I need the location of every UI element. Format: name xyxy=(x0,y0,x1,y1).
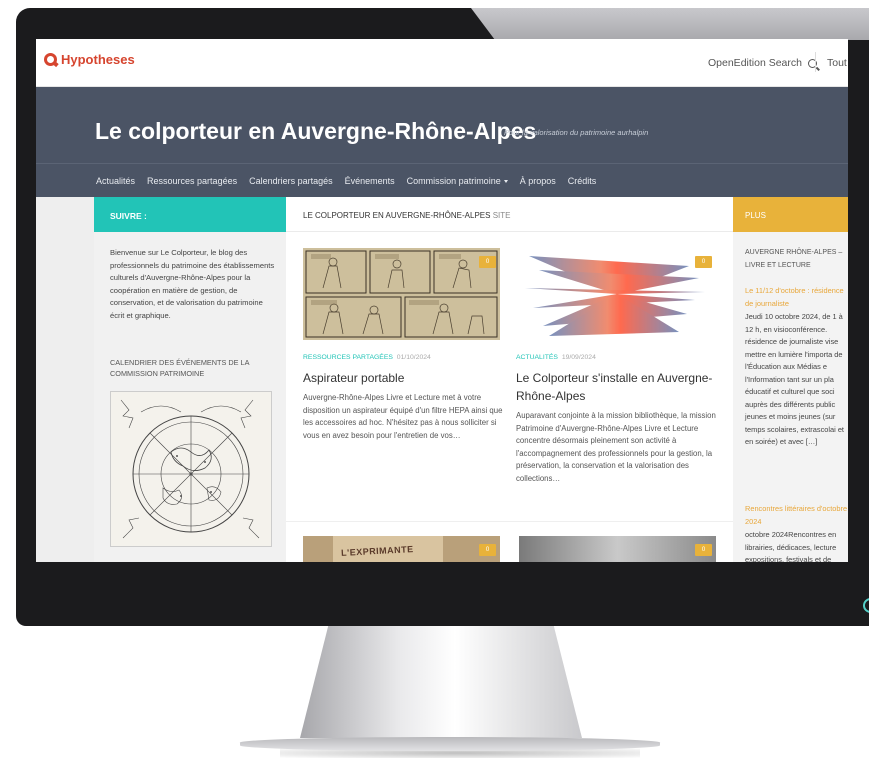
right-article-text: octobre 2024Rencontres en librairies, dé… xyxy=(745,530,837,562)
post-thumbnail-comic[interactable]: 0 xyxy=(303,248,500,340)
site-title[interactable]: Le colporteur en Auvergne-Rhône-Alpes xyxy=(95,118,536,145)
post-card[interactable]: 0 ACTUALITÉS 19/09/2024 Le Colporteur s'… xyxy=(516,248,716,508)
left-sidebar: SUIVRE : Bienvenue sur Le Colporteur, le… xyxy=(94,197,286,562)
right-article-link[interactable]: Rencontres littéraires d'octobre 2024 xyxy=(745,503,848,528)
post-date: 19/09/2024 xyxy=(561,354,596,361)
right-section-title: AUVERGNE RHÔNE-ALPES – LIVRE ET LECTURE xyxy=(745,249,843,269)
monitor-stand-neck xyxy=(300,626,582,738)
comment-count-badge[interactable]: 0 xyxy=(479,544,496,556)
main-heading-sub: SITE xyxy=(492,211,511,220)
right-article-link[interactable]: Le 11/12 d'octobre : résidence de journa… xyxy=(745,285,848,310)
logo-text: Hypotheses xyxy=(61,52,135,67)
main-heading-title: LE COLPORTEUR EN AUVERGNE-RHÔNE-ALPES xyxy=(303,211,491,220)
hypotheses-logo[interactable]: Hypotheses xyxy=(44,52,135,67)
post-card[interactable]: 0 xyxy=(519,536,716,562)
comment-count-badge[interactable]: 0 xyxy=(695,544,712,556)
main-content: LE COLPORTEUR EN AUVERGNE-RHÔNE-ALPES SI… xyxy=(286,197,733,562)
chevron-down-icon xyxy=(503,179,508,183)
comment-count-badge[interactable]: 0 xyxy=(695,256,712,268)
main-nav: Actualités Ressources partagées Calendri… xyxy=(36,163,848,197)
browser-screen: Hypotheses OpenEdition Search Tout Le co… xyxy=(36,39,848,562)
power-icon[interactable] xyxy=(863,598,869,613)
post-meta: RESSOURCES PARTAGÉES 01/10/2024 xyxy=(303,354,431,361)
openedition-topbar: Hypotheses OpenEdition Search Tout xyxy=(36,39,848,87)
nav-item-commission[interactable]: Commission patrimoine xyxy=(407,176,508,186)
right-sidebar: PLUS AUVERGNE RHÔNE-ALPES – LIVRE ET LEC… xyxy=(733,197,848,562)
row-divider xyxy=(286,521,733,522)
nav-item-credits[interactable]: Crédits xyxy=(568,176,597,186)
plus-heading: PLUS xyxy=(733,197,848,232)
tout-dropdown[interactable]: Tout xyxy=(827,57,847,69)
nav-item-ressources[interactable]: Ressources partagées xyxy=(147,176,237,186)
comment-count: 0 xyxy=(485,259,490,265)
nav-item-a-propos[interactable]: À propos xyxy=(520,176,556,186)
openedition-search-button[interactable]: OpenEdition Search xyxy=(708,57,817,69)
post-meta: ACTUALITÉS 19/09/2024 xyxy=(516,354,596,361)
comment-count-badge[interactable]: 0 xyxy=(479,256,496,268)
right-article-text: Jeudi 10 octobre 2024, de 1 à 12 h, en v… xyxy=(745,312,844,446)
post-thumbnail-photo[interactable]: L'EXPRIMANTE 0 xyxy=(303,536,500,562)
page-gutter xyxy=(36,197,94,562)
site-tagline: Pour la valorisation du patrimoine aurha… xyxy=(504,128,649,137)
calendar-engraving-image[interactable] xyxy=(110,391,272,547)
intro-text: Bienvenue sur Le Colporteur, le blog des… xyxy=(110,248,275,320)
screen-glare xyxy=(471,8,869,40)
post-excerpt: Auparavant conjointe à la mission biblio… xyxy=(516,411,716,483)
post-thumbnail-photo[interactable]: 0 xyxy=(519,536,716,562)
main-heading: LE COLPORTEUR EN AUVERGNE-RHÔNE-ALPES SI… xyxy=(286,197,733,232)
post-card[interactable]: 0 RESSOURCES PARTAGÉES 01/10/2024 Aspira… xyxy=(303,248,503,508)
suivre-heading: SUIVRE : xyxy=(94,197,286,232)
post-title[interactable]: Le Colporteur s'installe en Auvergne-Rhô… xyxy=(516,370,716,405)
post-title[interactable]: Aspirateur portable xyxy=(303,370,503,388)
post-thumbnail-graphic[interactable]: 0 xyxy=(519,248,716,340)
nav-item-evenements[interactable]: Événements xyxy=(345,176,395,186)
topbar-divider xyxy=(815,52,816,72)
nav-item-commission-label: Commission patrimoine xyxy=(406,175,501,186)
post-excerpt: Auvergne-Rhône-Alpes Livre et Lecture me… xyxy=(303,393,503,440)
monitor-frame: Hypotheses OpenEdition Search Tout Le co… xyxy=(16,8,869,626)
post-category[interactable]: RESSOURCES PARTAGÉES xyxy=(303,354,393,361)
monitor-stand-base xyxy=(240,737,660,751)
post-card[interactable]: L'EXPRIMANTE 0 xyxy=(303,536,500,562)
comment-count: 0 xyxy=(701,547,706,553)
comment-count: 0 xyxy=(485,547,490,553)
nav-item-calendriers[interactable]: Calendriers partagés xyxy=(249,176,333,186)
post-date: 01/10/2024 xyxy=(396,354,431,361)
hypotheses-logo-icon xyxy=(44,53,57,66)
post-category[interactable]: ACTUALITÉS xyxy=(516,354,558,361)
nav-item-actualites[interactable]: Actualités xyxy=(96,176,135,186)
search-label: OpenEdition Search xyxy=(708,57,802,69)
comment-count: 0 xyxy=(701,259,706,265)
calendar-title: CALENDRIER DES ÉVÉNEMENTS DE LA COMMISSI… xyxy=(110,358,250,378)
